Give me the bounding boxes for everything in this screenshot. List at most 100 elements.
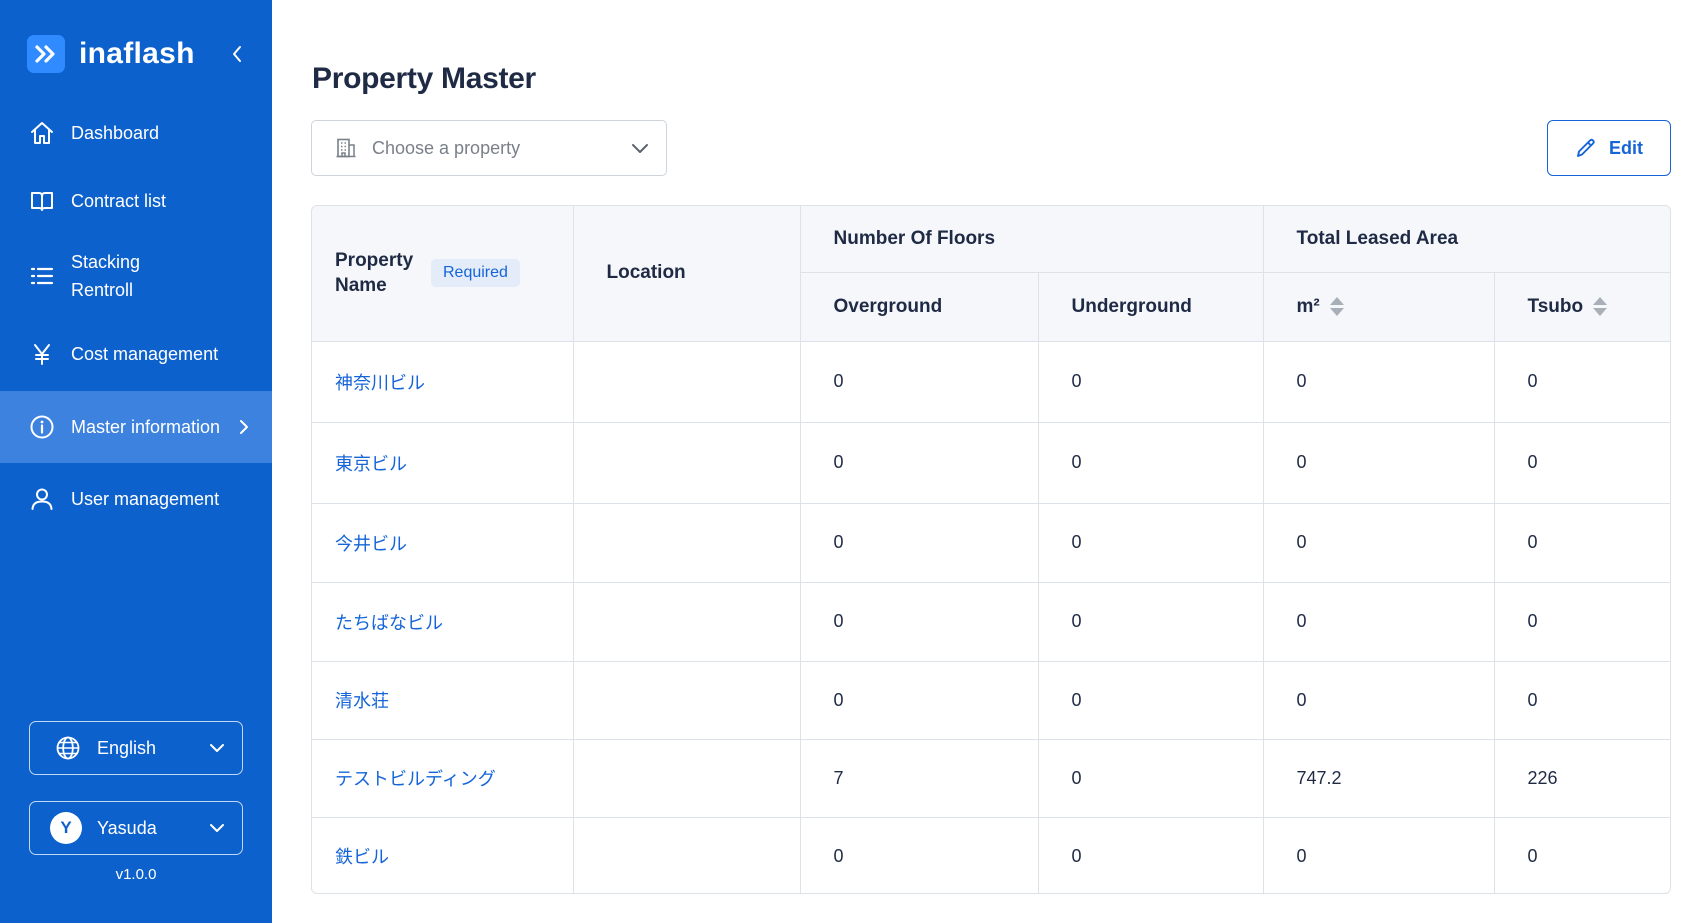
header-tsubo[interactable]: Tsubo bbox=[1494, 272, 1670, 342]
cell-tsubo: 0 bbox=[1494, 341, 1670, 423]
cell-underground: 0 bbox=[1038, 341, 1264, 423]
sort-icon[interactable] bbox=[1593, 297, 1608, 316]
edit-button[interactable]: Edit bbox=[1547, 120, 1671, 176]
cell-m2: 0 bbox=[1263, 422, 1495, 504]
cell-m2: 0 bbox=[1263, 341, 1495, 423]
cell-m2: 0 bbox=[1263, 817, 1495, 893]
user-menu[interactable]: Y Yasuda bbox=[29, 801, 243, 855]
pencil-icon bbox=[1575, 137, 1597, 159]
avatar: Y bbox=[50, 812, 82, 844]
chevron-right-icon bbox=[236, 419, 252, 435]
cell-tsubo: 0 bbox=[1494, 661, 1670, 740]
property-select[interactable]: Choose a property bbox=[311, 120, 667, 176]
property-name-link[interactable]: 清水荘 bbox=[312, 661, 574, 740]
home-icon bbox=[28, 119, 56, 147]
cell-tsubo: 0 bbox=[1494, 422, 1670, 504]
cell-location bbox=[573, 582, 801, 662]
table-row: 鉄ビル 0 0 0 0 bbox=[312, 817, 1670, 893]
property-select-placeholder: Choose a property bbox=[372, 137, 521, 158]
cell-location bbox=[573, 422, 801, 504]
cell-tsubo: 0 bbox=[1494, 582, 1670, 662]
header-m2-label: m² bbox=[1296, 295, 1320, 317]
table-row: 清水荘 0 0 0 0 bbox=[312, 661, 1670, 740]
header-location: Location bbox=[573, 206, 801, 342]
cell-m2: 0 bbox=[1263, 582, 1495, 662]
cell-overground: 0 bbox=[800, 582, 1039, 662]
sidebar-item-label: User management bbox=[71, 489, 220, 509]
required-badge: Required bbox=[431, 259, 520, 288]
property-name-link[interactable]: 東京ビル bbox=[312, 422, 574, 504]
cell-underground: 0 bbox=[1038, 503, 1264, 583]
sidebar-item-label: Cost management bbox=[71, 344, 219, 364]
property-name-link[interactable]: 神奈川ビル bbox=[312, 341, 574, 423]
cell-tsubo: 0 bbox=[1494, 503, 1670, 583]
property-name-link[interactable]: 今井ビル bbox=[312, 503, 574, 583]
table-row: 東京ビル 0 0 0 0 bbox=[312, 422, 1670, 504]
cell-overground: 0 bbox=[800, 817, 1039, 893]
header-m2[interactable]: m² bbox=[1263, 272, 1495, 342]
sidebar: inaflash Dashboard Contract list Stackin… bbox=[0, 0, 272, 923]
chevron-down-icon bbox=[208, 739, 226, 757]
sidebar-item-label: Dashboard bbox=[71, 123, 160, 143]
cell-location bbox=[573, 503, 801, 583]
cell-overground: 0 bbox=[800, 422, 1039, 504]
sidebar-item-master-information[interactable]: Master information bbox=[0, 391, 272, 463]
cell-location bbox=[573, 817, 801, 893]
header-number-of-floors: Number Of Floors bbox=[800, 206, 1264, 273]
cell-underground: 0 bbox=[1038, 422, 1264, 504]
header-overground: Overground bbox=[800, 272, 1039, 342]
cell-location bbox=[573, 341, 801, 423]
cell-underground: 0 bbox=[1038, 739, 1264, 818]
table-row: 今井ビル 0 0 0 0 bbox=[312, 503, 1670, 583]
table-row: たちばなビル 0 0 0 0 bbox=[312, 582, 1670, 662]
yen-icon bbox=[28, 340, 56, 368]
page-title: Property Master bbox=[312, 62, 536, 95]
sidebar-item-label: Contract list bbox=[71, 191, 167, 211]
cell-tsubo: 0 bbox=[1527, 845, 1538, 866]
sidebar-item-label: Stacking Rentroll bbox=[71, 252, 141, 300]
cell-overground: 7 bbox=[800, 739, 1039, 818]
language-label: English bbox=[97, 737, 157, 758]
logo-icon bbox=[27, 35, 65, 73]
table-row: テストビルディング 7 0 747.2 226 bbox=[312, 739, 1670, 818]
cell-m2: 747.2 bbox=[1263, 739, 1495, 818]
header-underground: Underground bbox=[1038, 272, 1264, 342]
collapse-sidebar-icon[interactable] bbox=[226, 43, 248, 65]
cell-m2: 0 bbox=[1263, 503, 1495, 583]
cell-m2: 0 bbox=[1263, 661, 1495, 740]
chevron-down-icon bbox=[630, 138, 650, 158]
building-icon bbox=[334, 136, 358, 160]
cell-underground: 0 bbox=[1038, 582, 1264, 662]
cell-location bbox=[573, 661, 801, 740]
property-name-link[interactable]: たちばなビル bbox=[312, 582, 574, 662]
language-select[interactable]: English bbox=[29, 721, 243, 775]
cell-overground: 0 bbox=[800, 341, 1039, 423]
brand[interactable]: inaflash bbox=[27, 34, 195, 74]
sidebar-item-user-management[interactable]: User management bbox=[0, 485, 272, 513]
user-icon bbox=[28, 485, 56, 513]
property-name-link[interactable]: 鉄ビル bbox=[312, 817, 574, 893]
cell-tsubo: 226 bbox=[1494, 739, 1670, 818]
property-table: Property Name Required Location Number O… bbox=[311, 205, 1671, 894]
book-icon bbox=[28, 187, 56, 215]
user-name: Yasuda bbox=[97, 817, 157, 838]
info-icon bbox=[28, 413, 56, 441]
sidebar-item-contract-list[interactable]: Contract list bbox=[0, 187, 272, 215]
sidebar-item-dashboard[interactable]: Dashboard bbox=[0, 119, 272, 147]
cell-underground: 0 bbox=[1038, 817, 1264, 893]
header-total-leased-area: Total Leased Area bbox=[1263, 206, 1670, 273]
sidebar-item-label: Master information bbox=[71, 417, 221, 437]
sort-icon[interactable] bbox=[1329, 297, 1344, 316]
header-property-name: Property Name Required bbox=[312, 206, 574, 342]
cell-overground: 0 bbox=[800, 661, 1039, 740]
globe-icon bbox=[54, 734, 82, 762]
header-tsubo-label: Tsubo bbox=[1527, 295, 1584, 317]
chevron-down-icon bbox=[208, 819, 226, 837]
version-label: v1.0.0 bbox=[115, 866, 157, 883]
cell-underground: 0 bbox=[1038, 661, 1264, 740]
sidebar-item-cost-management[interactable]: Cost management bbox=[0, 340, 272, 368]
property-name-link[interactable]: テストビルディング bbox=[312, 739, 574, 818]
brand-name: inaflash bbox=[79, 37, 195, 70]
sidebar-item-stacking-rentroll[interactable]: Stacking Rentroll bbox=[0, 248, 272, 304]
edit-label: Edit bbox=[1609, 137, 1643, 158]
